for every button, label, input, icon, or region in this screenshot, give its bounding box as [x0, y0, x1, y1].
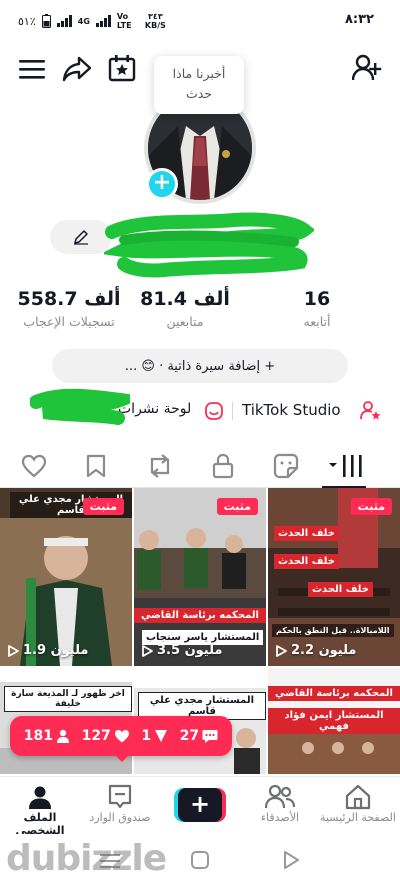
- status-left: ٥١٪ 4G Vo LTE ٣٤٣ KB/S: [18, 12, 166, 30]
- play-icon: [142, 644, 153, 657]
- status-tooltip[interactable]: أخبرنا ماذا حدث: [154, 56, 244, 114]
- video-thumbnail[interactable]: خلف الحدث خلف الحدث خلف الحدث اللامبالاة…: [268, 488, 400, 666]
- nav-home-label: الصفحة الرئيسية: [320, 811, 396, 824]
- links-divider: [232, 402, 233, 420]
- likes-notification: 127: [82, 728, 130, 744]
- add-bio-button[interactable]: + إضافة سيرة ذاتية · 😊 ...: [52, 349, 348, 383]
- send-icon: [155, 730, 168, 742]
- tab-videos[interactable]: [326, 450, 366, 482]
- video-thumbnail[interactable]: المستشار مجدي علي قاسم مثبت 1.9 مليون: [0, 488, 132, 666]
- add-bio-label: + إضافة سيرة ذاتية · 😊 ...: [124, 358, 276, 374]
- pinned-badge: مثبت: [82, 498, 124, 515]
- tab-favorites[interactable]: [80, 450, 112, 482]
- system-back-icon[interactable]: [282, 850, 300, 870]
- heart-outline-icon: [21, 454, 47, 478]
- activity-notification[interactable]: 181 127 1 27: [10, 716, 232, 756]
- video-thumbnail[interactable]: المحكمه برئاسة القاضي المستشار ايمن فؤاد…: [268, 668, 400, 774]
- likes-count: 558.7 ألف: [17, 288, 121, 310]
- heart-icon: [114, 730, 129, 743]
- battery-icon: [41, 14, 51, 28]
- pinned-badge: مثبت: [350, 498, 392, 515]
- play-icon: [8, 644, 19, 657]
- followers-stat[interactable]: 81.4 ألف متابعين: [130, 288, 240, 329]
- video-caption: المحكمه برئاسة القاضي: [268, 686, 400, 701]
- tab-stickers[interactable]: [270, 450, 302, 482]
- add-friend-icon[interactable]: [350, 52, 384, 84]
- inbox-icon: [108, 784, 132, 809]
- network-speed: ٣٤٣ KB/S: [144, 12, 166, 30]
- create-plus-icon: +: [178, 788, 222, 822]
- profile-links: TikTok Studio لوحة نشرات: [0, 388, 400, 425]
- video-caption: خلف الحدث: [274, 554, 339, 569]
- following-label: أتابعه: [303, 314, 331, 329]
- edit-name-button[interactable]: [50, 220, 112, 254]
- share-icon[interactable]: [60, 54, 94, 84]
- signal-icon: [56, 15, 72, 27]
- video-caption: المستشار ايمن فؤاد فهمي: [268, 708, 400, 734]
- video-thumbnail[interactable]: المحكمه برئاسة القاضي المستشار ياسر سنجا…: [134, 488, 266, 666]
- mentions-notification: 1: [141, 728, 168, 744]
- clock: ٨:٣٢: [344, 12, 374, 27]
- repost-icon: [150, 454, 170, 478]
- sticker-icon: [273, 453, 299, 479]
- following-count: 16: [303, 288, 331, 310]
- profile-stats: 16 أتابعه 81.4 ألف متابعين 558.7 ألف تسج…: [0, 288, 400, 334]
- status-bar: ٥١٪ 4G Vo LTE ٣٤٣ KB/S ٨:٣٢: [0, 0, 400, 44]
- person-icon: [57, 729, 70, 743]
- redacted-username: [104, 212, 314, 278]
- view-count: 3.5 مليون: [142, 643, 222, 658]
- pencil-icon: [74, 230, 88, 245]
- add-photo-button[interactable]: +: [146, 168, 178, 200]
- video-caption: اللامبالاة.. قبل النطق بالحكم: [272, 624, 394, 637]
- likes-label: تسجيلات الإعجاب: [23, 314, 115, 329]
- bookmark-icon: [86, 454, 106, 478]
- newsletter-icon: [205, 402, 223, 420]
- system-home-icon[interactable]: [190, 850, 210, 870]
- create-button[interactable]: +: [174, 788, 226, 822]
- redacted-link: [30, 388, 130, 425]
- play-icon: [276, 644, 287, 657]
- studio-person-icon: [360, 401, 381, 420]
- volte-label: Vo LTE: [116, 12, 132, 30]
- tooltip-line1: أخبرنا ماذا: [172, 66, 226, 81]
- nav-friends-label: الأصدقاء: [260, 811, 300, 824]
- view-count: 1.9 مليون: [8, 643, 88, 658]
- network-type: 4G: [77, 16, 90, 26]
- nav-home[interactable]: الصفحة الرئيسية: [316, 783, 400, 824]
- content-tabs: [0, 444, 400, 488]
- followers-count: 81.4 ألف: [140, 288, 230, 310]
- followers-label: متابعين: [166, 314, 204, 329]
- nav-friends[interactable]: الأصدقاء: [240, 783, 320, 824]
- likes-stat[interactable]: 558.7 ألف تسجيلات الإعجاب: [0, 288, 138, 329]
- tab-private[interactable]: [207, 450, 239, 482]
- battery-text: ٥١٪: [18, 14, 36, 28]
- pinned-badge: مثبت: [216, 498, 258, 515]
- signal-icon-2: [95, 15, 111, 27]
- tooltip-line2: حدث: [185, 86, 213, 101]
- video-caption: خلف الحدث: [308, 582, 373, 597]
- nav-inbox-label: صندوق الوارد: [89, 811, 151, 824]
- tiktok-studio-link[interactable]: TikTok Studio: [242, 401, 341, 419]
- view-count: 2.2 مليون: [276, 643, 356, 658]
- nav-profile[interactable]: الملف الشخصي: [0, 783, 80, 837]
- lock-icon: [212, 453, 234, 479]
- nav-inbox[interactable]: صندوق الوارد: [80, 783, 160, 824]
- profile-icon: [29, 786, 51, 809]
- following-stat[interactable]: 16 أتابعه: [262, 288, 372, 329]
- notification-pointer: [114, 754, 130, 762]
- friends-icon: [265, 784, 295, 809]
- video-grid-icon: [329, 455, 362, 477]
- menu-icon[interactable]: [16, 54, 48, 84]
- tab-liked[interactable]: [18, 450, 50, 482]
- home-icon: [345, 784, 371, 810]
- followers-notification: 181: [24, 728, 70, 744]
- video-caption: خلف الحدث: [274, 526, 339, 541]
- video-caption: المحكمه برئاسة القاضي: [134, 608, 266, 623]
- video-caption: اخر ظهور لـ المذيعة سارة خليفة: [4, 686, 132, 712]
- comment-icon: [202, 729, 218, 743]
- calendar-star-icon[interactable]: [106, 52, 138, 84]
- comments-notification: 27: [180, 728, 218, 744]
- tab-reposts[interactable]: [144, 450, 176, 482]
- watermark-logo: dubizzle: [6, 838, 167, 879]
